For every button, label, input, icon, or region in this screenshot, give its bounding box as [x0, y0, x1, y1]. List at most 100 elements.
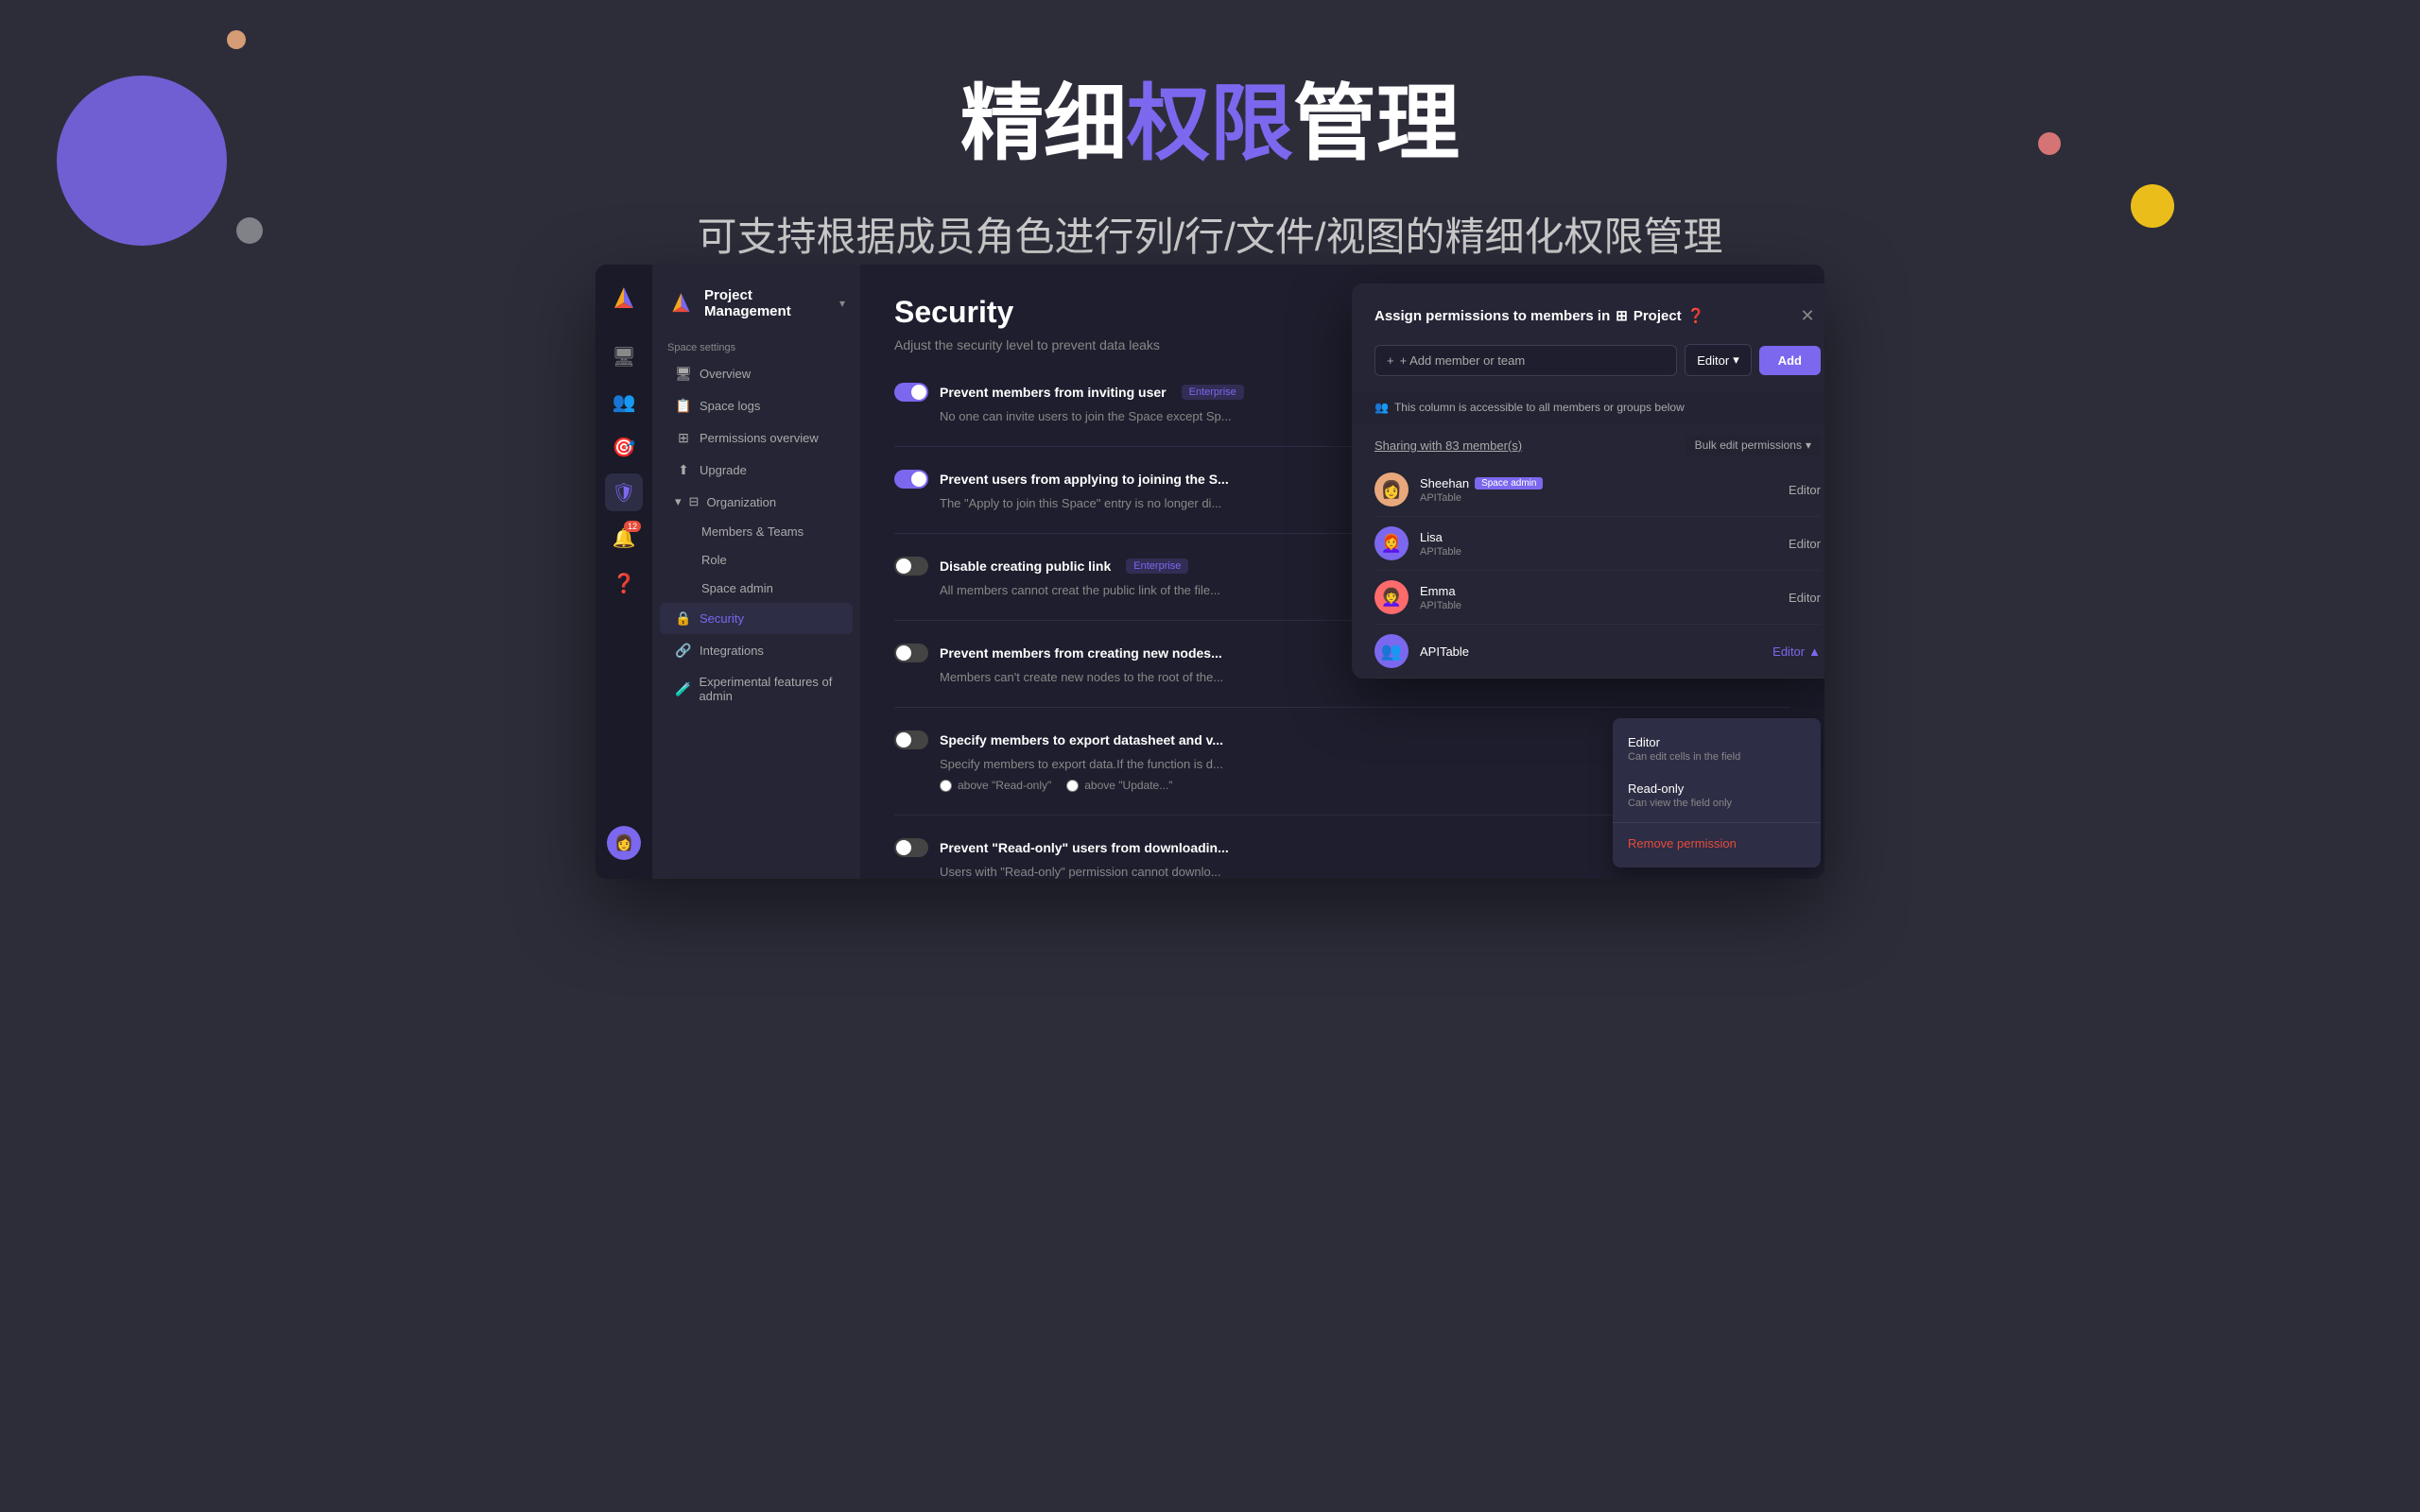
add-member-placeholder: + Add member or team	[1400, 353, 1526, 368]
org-label: Organization	[706, 495, 776, 509]
role-dropdown: Editor Can edit cells in the field Read-…	[1613, 718, 1821, 868]
member-info-lisa: Lisa APITable	[1420, 530, 1789, 558]
info-text: This column is accessible to all members…	[1394, 401, 1685, 414]
add-member-plus-icon: +	[1387, 353, 1394, 368]
add-button[interactable]: Add	[1759, 346, 1821, 375]
space-admin-badge: Space admin	[1475, 477, 1543, 490]
dialog-help-icon[interactable]: ❓	[1687, 307, 1705, 324]
icon-bar-target[interactable]: 🎯	[605, 428, 643, 466]
icon-bar-shield[interactable]: 🛡	[605, 473, 643, 511]
member-role-sheehan[interactable]: Editor	[1789, 483, 1821, 497]
enterprise-badge-0: Enterprise	[1182, 385, 1244, 400]
bulk-edit-label: Bulk edit permissions	[1695, 438, 1802, 452]
bulk-edit-button[interactable]: Bulk edit permissions ▾	[1685, 435, 1821, 455]
sidebar-item-members-teams[interactable]: Members & Teams	[660, 518, 853, 545]
sidebar-item-upgrade[interactable]: ⬆ Upgrade	[660, 455, 853, 486]
sharing-count[interactable]: Sharing with 83 member(s)	[1374, 438, 1522, 453]
experimental-icon: 🧪	[675, 681, 691, 697]
sidebar-item-integrations-label: Integrations	[700, 644, 764, 658]
permissions-icon: ⊞	[675, 430, 692, 446]
member-role-emma[interactable]: Editor	[1789, 591, 1821, 605]
read-only-title: Read-only	[1628, 782, 1806, 796]
title-highlight: 权限	[1127, 77, 1293, 170]
toggle-export-datasheet[interactable]	[894, 730, 928, 749]
bulk-edit-chevron: ▾	[1806, 438, 1811, 452]
workspace-name: Project Management	[704, 287, 830, 319]
member-avatar-emma: 👩‍🦱	[1374, 580, 1409, 614]
member-org-emma: APITable	[1420, 600, 1789, 611]
dialog-close-button[interactable]: ✕	[1794, 302, 1821, 329]
sidebar-item-upgrade-label: Upgrade	[700, 463, 747, 477]
export-option-update[interactable]: above "Update..."	[1066, 779, 1172, 792]
role-select-value: Editor	[1697, 353, 1729, 368]
sidebar-item-space-logs-label: Space logs	[700, 399, 760, 413]
toggle-prevent-new-nodes[interactable]	[894, 644, 928, 662]
org-group-header[interactable]: ▾ ⊟ Organization	[660, 487, 853, 517]
export-option-read-only[interactable]: above "Read-only"	[940, 779, 1051, 792]
icon-bar-people[interactable]: 👥	[605, 383, 643, 421]
member-role-group[interactable]: Editor ▲	[1772, 644, 1821, 659]
icon-bar-bell[interactable]: 🔔 12	[605, 519, 643, 557]
member-row: 👩‍🦱 Emma APITable Editor	[1374, 571, 1821, 625]
sidebar-item-space-admin-label: Space admin	[701, 581, 773, 595]
sidebar-item-space-logs[interactable]: 📋 Space logs	[660, 390, 853, 421]
member-name-lisa: Lisa	[1420, 530, 1789, 544]
icon-bar: 🖥 👥 🎯 🛡 🔔 12 ❓ 👩	[596, 265, 652, 879]
role-select[interactable]: Editor ▾	[1685, 344, 1752, 376]
title-part1: 精细	[960, 77, 1127, 170]
sidebar-item-security[interactable]: 🔒 Security	[660, 603, 853, 634]
prevent-new-nodes-title: Prevent members from creating new nodes.…	[940, 645, 1222, 661]
prevent-invite-title: Prevent members from inviting user	[940, 385, 1167, 400]
sidebar-item-experimental-label: Experimental features of admin	[699, 675, 838, 703]
integrations-icon: 🔗	[675, 643, 692, 659]
member-name-group: APITable	[1420, 644, 1772, 659]
role-select-chevron: ▾	[1733, 352, 1739, 368]
toggle-disable-public-link[interactable]	[894, 557, 928, 576]
toggle-prevent-invite[interactable]	[894, 383, 928, 402]
header-title: 精细权限管理	[0, 57, 2420, 177]
dialog-title: Assign permissions to members in ⊞ Proje…	[1374, 307, 1704, 324]
sidebar: Project Management ▾ Space settings 🖥 Ov…	[652, 265, 860, 879]
user-avatar[interactable]: 👩	[607, 826, 641, 860]
dialog-title-prefix: Assign permissions to members in	[1374, 308, 1610, 324]
role-chevron-up: ▲	[1808, 644, 1821, 659]
dropdown-item-editor[interactable]: Editor Can edit cells in the field	[1613, 726, 1821, 772]
enterprise-badge-2: Enterprise	[1126, 558, 1188, 574]
dropdown-item-remove[interactable]: Remove permission	[1613, 827, 1821, 860]
sidebar-item-overview[interactable]: 🖥 Overview	[660, 358, 853, 389]
export-datasheet-title: Specify members to export datasheet and …	[940, 732, 1223, 747]
editor-desc: Can edit cells in the field	[1628, 751, 1806, 763]
workspace-chevron: ▾	[839, 297, 845, 310]
icon-bar-help[interactable]: ❓	[605, 564, 643, 602]
dialog-project-icon: ⊞	[1616, 307, 1628, 324]
sidebar-item-overview-label: Overview	[700, 367, 751, 381]
member-list: 👩 Sheehan Space admin APITable Editor	[1352, 463, 1824, 679]
dialog-add-row: + + Add member or team Editor ▾ Add	[1352, 344, 1824, 391]
icon-bar-desktop[interactable]: 🖥	[605, 337, 643, 375]
permission-dialog: Assign permissions to members in ⊞ Proje…	[1352, 284, 1824, 679]
workspace-header[interactable]: Project Management ▾	[652, 280, 860, 335]
member-info-sheehan: Sheehan Space admin APITable	[1420, 476, 1789, 504]
sidebar-item-space-admin[interactable]: Space admin	[660, 575, 853, 602]
sidebar-item-integrations[interactable]: 🔗 Integrations	[660, 635, 853, 666]
upgrade-icon: ⬆	[675, 462, 692, 478]
member-role-lisa[interactable]: Editor	[1789, 537, 1821, 551]
editor-title: Editor	[1628, 735, 1806, 749]
sidebar-item-permissions-overview[interactable]: ⊞ Permissions overview	[660, 422, 853, 454]
sidebar-item-experimental[interactable]: 🧪 Experimental features of admin	[660, 667, 853, 711]
prevent-applying-title: Prevent users from applying to joining t…	[940, 472, 1229, 487]
read-only-desc: Can view the field only	[1628, 798, 1806, 809]
header-subtitle: 可支持根据成员角色进行列/行/文件/视图的精细化权限管理	[0, 205, 2420, 263]
sidebar-item-permissions-label: Permissions overview	[700, 431, 819, 445]
add-member-input[interactable]: + + Add member or team	[1374, 345, 1677, 376]
app-window: 🖥 👥 🎯 🛡 🔔 12 ❓ 👩 Project Management ▾	[596, 265, 1824, 879]
member-avatar-sheehan: 👩	[1374, 472, 1409, 507]
space-logs-icon: 📋	[675, 398, 692, 414]
security-icon: 🔒	[675, 610, 692, 627]
member-org-lisa: APITable	[1420, 546, 1789, 558]
dropdown-item-read-only[interactable]: Read-only Can view the field only	[1613, 772, 1821, 818]
sidebar-item-role[interactable]: Role	[660, 546, 853, 574]
toggle-prevent-readonly-download[interactable]	[894, 838, 928, 857]
dialog-header: Assign permissions to members in ⊞ Proje…	[1352, 284, 1824, 344]
toggle-prevent-applying[interactable]	[894, 470, 928, 489]
